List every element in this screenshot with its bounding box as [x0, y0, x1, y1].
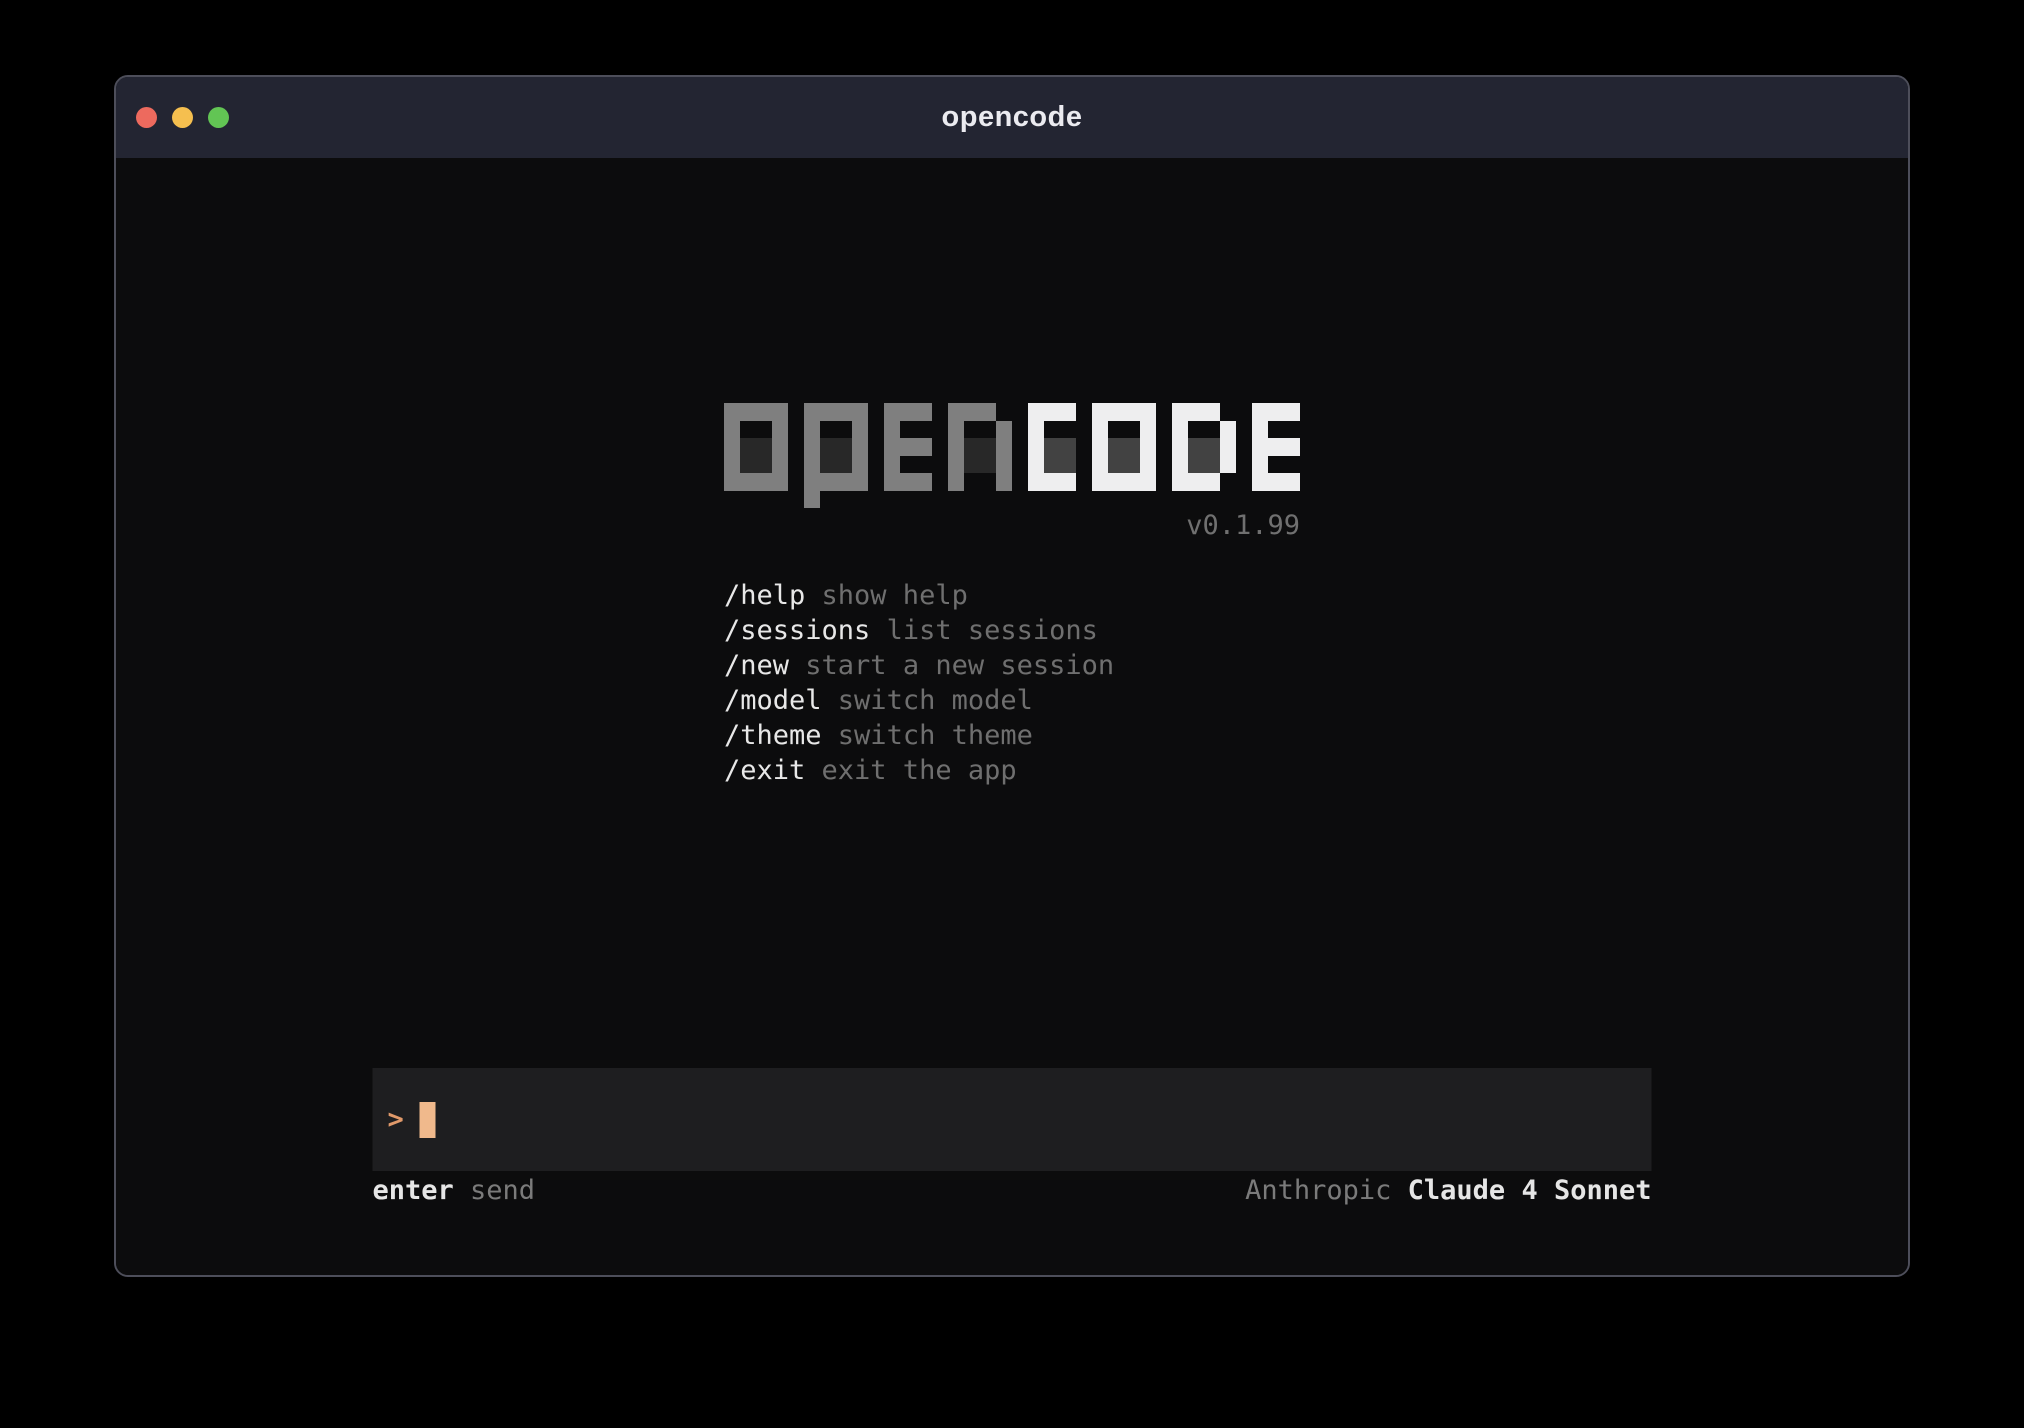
command-description: list sessions — [887, 613, 1098, 648]
prompt-icon: > — [388, 1102, 404, 1137]
command-name: /sessions — [724, 613, 870, 648]
logo-letter-p — [804, 403, 868, 508]
command-row: /sessions list sessions — [724, 613, 1300, 648]
command-name: /new — [724, 648, 789, 683]
logo-letter-o — [724, 403, 788, 491]
command-name: /model — [724, 683, 822, 718]
terminal-window: opencode v0.1.99 /help show help /sessio… — [114, 75, 1910, 1277]
command-description: switch model — [838, 683, 1033, 718]
logo-letter-e — [884, 403, 932, 491]
logo-letter-c — [1028, 403, 1076, 491]
titlebar[interactable]: opencode — [116, 77, 1908, 158]
logo-letter-e — [1252, 403, 1300, 491]
command-description: start a new session — [805, 648, 1114, 683]
status-bar: enter send Anthropic Claude 4 Sonnet — [373, 1173, 1652, 1208]
command-name: /help — [724, 578, 805, 613]
send-action-label: send — [470, 1173, 535, 1208]
hero-section: v0.1.99 /help show help /sessions list s… — [724, 403, 1300, 788]
command-name: /theme — [724, 718, 822, 753]
command-row: /model switch model — [724, 683, 1300, 718]
command-row: /theme switch theme — [724, 718, 1300, 753]
version-label: v0.1.99 — [724, 508, 1300, 543]
logo-letter-o — [1092, 403, 1156, 491]
window-title: opencode — [116, 101, 1908, 134]
command-description: switch theme — [838, 718, 1033, 753]
provider-label: Anthropic — [1245, 1173, 1391, 1208]
message-input[interactable]: > — [373, 1068, 1652, 1171]
enter-key-label: enter — [373, 1173, 454, 1208]
command-name: /exit — [724, 753, 805, 788]
app-content: v0.1.99 /help show help /sessions list s… — [116, 158, 1908, 1275]
command-description: exit the app — [822, 753, 1017, 788]
opencode-logo — [724, 403, 1300, 508]
command-row: /new start a new session — [724, 648, 1300, 683]
keybind-hint: enter send — [373, 1173, 536, 1208]
text-cursor — [420, 1102, 436, 1138]
logo-letter-n — [948, 403, 1012, 491]
command-row: /exit exit the app — [724, 753, 1300, 788]
command-row: /help show help — [724, 578, 1300, 613]
command-list: /help show help /sessions list sessions … — [724, 578, 1300, 788]
model-indicator: Anthropic Claude 4 Sonnet — [1245, 1173, 1651, 1208]
logo-letter-d — [1172, 403, 1236, 491]
model-label: Claude 4 Sonnet — [1408, 1173, 1652, 1208]
command-description: show help — [822, 578, 968, 613]
